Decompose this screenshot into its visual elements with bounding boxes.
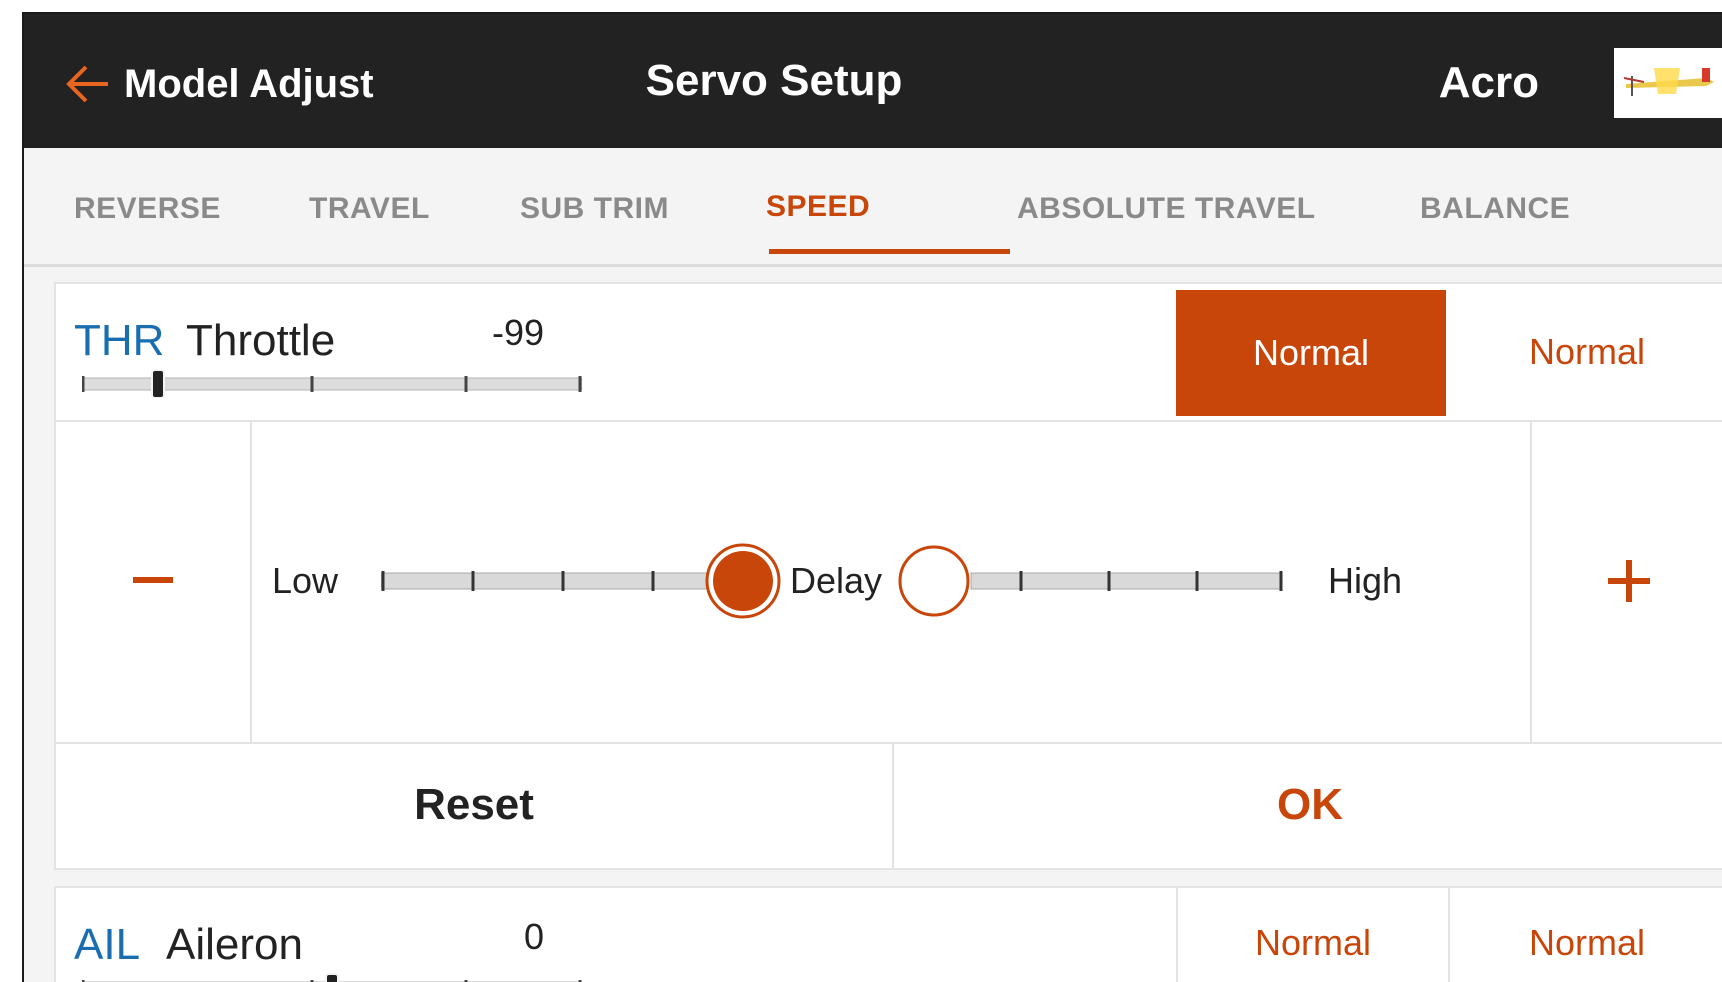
position-handle xyxy=(151,369,165,398)
position-handle xyxy=(325,973,339,982)
channel-card-aileron: AIL Aileron 0 Normal Normal xyxy=(54,886,1722,982)
speed-down-button[interactable]: Normal xyxy=(1448,284,1722,420)
tab-speed[interactable]: SPEED xyxy=(766,190,870,224)
speed-down-button[interactable]: Normal xyxy=(1448,888,1722,982)
tab-travel[interactable]: TRAVEL xyxy=(309,192,430,226)
speed-handle-open xyxy=(898,545,970,617)
position-indicator xyxy=(82,369,582,398)
minus-icon xyxy=(133,577,173,583)
speed-up-button[interactable]: Normal xyxy=(1176,290,1446,416)
airplane-thumbnail-icon xyxy=(1623,68,1714,96)
tab-reverse[interactable]: REVERSE xyxy=(74,192,221,226)
channel-abbr: THR xyxy=(74,316,165,365)
channel-value: -99 xyxy=(492,312,545,353)
tab-bar: REVERSE TRAVEL SUB TRIM SPEED ABSOLUTE T… xyxy=(24,148,1722,267)
header-bar: Model Adjust Servo Setup Acro xyxy=(24,14,1722,148)
increase-button[interactable] xyxy=(1530,420,1722,742)
tab-sub-trim[interactable]: SUB TRIM xyxy=(520,192,669,226)
channel-value: 0 xyxy=(524,916,545,957)
channel-card-throttle: THR Throttle -99 Normal Normal Low Delay… xyxy=(54,282,1722,870)
tab-balance[interactable]: BALANCE xyxy=(1420,192,1570,226)
active-tab-indicator xyxy=(769,249,1010,254)
model-name: Acro xyxy=(1438,58,1539,107)
speed-up-button[interactable]: Normal xyxy=(1176,888,1450,982)
channel-row[interactable]: AIL Aileron 0 Normal Normal xyxy=(56,888,1722,982)
channel-row[interactable]: THR Throttle -99 Normal Normal xyxy=(56,284,1722,422)
plus-icon xyxy=(1608,560,1650,602)
speed-editor-actions: Reset OK xyxy=(56,742,1722,868)
tab-absolute-travel[interactable]: ABSOLUTE TRAVEL xyxy=(1017,192,1316,226)
low-label: Low xyxy=(272,560,339,601)
speed-editor: Low Delay High xyxy=(56,420,1722,744)
delay-label: Delay xyxy=(790,560,883,601)
reset-button[interactable]: Reset xyxy=(56,742,894,868)
screen: Model Adjust Servo Setup Acro REVERSE TR… xyxy=(22,12,1722,982)
decrease-button[interactable] xyxy=(56,420,252,742)
channel-name: Throttle xyxy=(186,316,336,365)
channel-name: Aileron xyxy=(166,920,303,969)
ok-button[interactable]: OK xyxy=(894,742,1722,868)
position-indicator xyxy=(82,973,582,982)
high-label: High xyxy=(1328,560,1403,601)
model-thumbnail[interactable] xyxy=(1614,48,1722,118)
channel-abbr: AIL xyxy=(74,920,141,969)
